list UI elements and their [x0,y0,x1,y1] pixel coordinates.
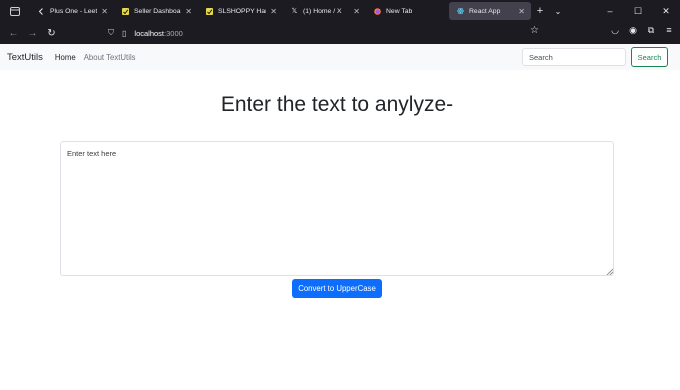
shield-icon[interactable]: ⛉ [108,28,114,38]
tab-react-app[interactable]: React App ✕ [449,2,531,20]
seller-icon [122,7,129,15]
close-tab-icon[interactable]: ✕ [101,7,108,16]
x-logo-icon: 𝕏 [291,8,298,15]
page-info-icon[interactable]: ▯ [122,29,126,38]
tab-title: SLSHOPPY Handicra [218,7,266,15]
shop-icon [206,7,213,15]
tab-slshoppy[interactable]: SLSHOPPY Handicra ✕ [198,0,283,22]
bookmark-star-icon[interactable]: ☆ [530,25,539,36]
tab-new-tab[interactable]: New Tab [366,0,449,22]
tab-title: Plus One - LeetCode [50,7,98,15]
tab-title: React App [469,7,501,15]
nav-link-home[interactable]: Home [55,53,76,62]
tab-strip: Plus One - LeetCode ✕ Seller Dashboard ✕… [0,0,680,22]
maximize-icon[interactable]: ☐ [624,0,652,22]
menu-hamburger-icon[interactable]: ≡ [664,25,674,36]
react-icon [457,7,464,15]
convert-uppercase-button[interactable]: Convert to UpperCase [292,279,382,298]
url-port: :3000 [164,28,183,38]
close-tab-icon[interactable]: ✕ [270,7,277,16]
browser-chrome: Plus One - LeetCode ✕ Seller Dashboard ✕… [0,0,680,45]
list-all-tabs-chevron-icon[interactable]: ⌄ [549,7,567,16]
navbar-brand[interactable]: TextUtils [7,52,43,63]
search-input[interactable] [522,48,626,66]
forward-arrow-icon[interactable]: → [23,28,42,39]
tab-title: New Tab [386,7,413,15]
back-arrow-icon[interactable]: ← [4,28,23,39]
resize-grip-icon[interactable] [605,267,613,275]
window-controls: – ☐ ✕ [596,0,680,22]
url-bar[interactable]: ⛉ ▯ localhost:3000 [108,25,548,41]
close-tab-icon[interactable]: ✕ [185,7,192,16]
minimize-icon[interactable]: – [596,0,624,22]
tab-leetcode[interactable]: Plus One - LeetCode ✕ [30,0,114,22]
text-input-area[interactable] [60,141,614,276]
leetcode-icon [38,7,45,15]
new-tab-plus-icon[interactable]: + [531,5,549,17]
toolbar-right-buttons: ◡ ◉ ⧉ ≡ [610,25,674,36]
nav-link-about[interactable]: About TextUtils [84,53,136,62]
close-tab-icon[interactable]: ✕ [353,7,360,16]
pocket-icon[interactable]: ◡ [610,25,620,36]
url-host: localhost [134,28,165,38]
reload-icon[interactable]: ↻ [42,28,61,39]
tab-title: Seller Dashboard [134,7,182,15]
app-navbar: TextUtils Home About TextUtils Search [0,44,680,70]
tab-x-home[interactable]: 𝕏 (1) Home / X ✕ [283,0,366,22]
search-button[interactable]: Search [631,47,668,67]
firefox-view-button[interactable] [0,0,30,22]
extensions-puzzle-icon[interactable]: ⧉ [646,25,656,36]
close-window-icon[interactable]: ✕ [652,0,680,22]
firefox-icon [374,7,381,15]
browser-toolbar: ← → ↻ ⛉ ▯ localhost:3000 ☆ ◡ ◉ ⧉ ≡ [0,22,680,44]
tab-seller-dashboard[interactable]: Seller Dashboard ✕ [114,0,198,22]
page-heading: Enter the text to anylyze- [220,93,454,116]
firefox-view-icon [10,6,20,16]
account-icon[interactable]: ◉ [628,25,638,36]
tab-title: (1) Home / X [303,7,342,15]
close-tab-icon[interactable]: ✕ [518,7,525,16]
